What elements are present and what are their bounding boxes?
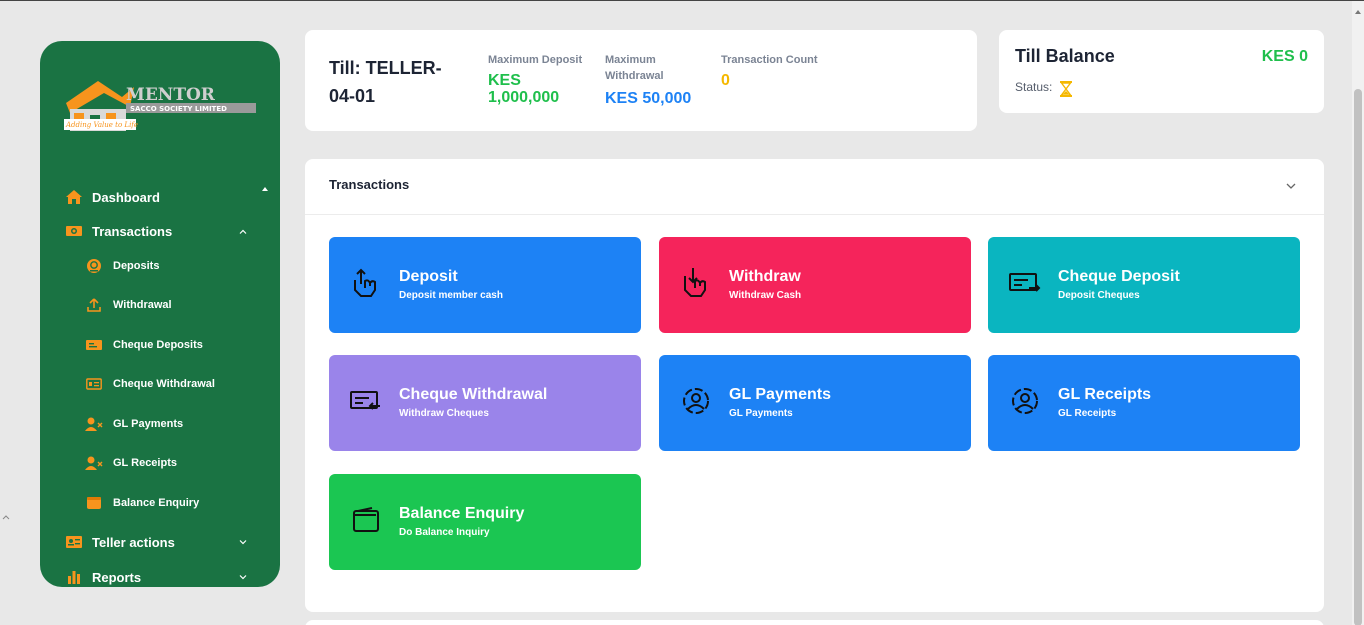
chevron-down-icon[interactable] [1284,179,1298,193]
sidebar-subitem-gl-receipts[interactable]: GL Receipts [40,449,280,477]
logo-tagline: Adding Value to Life [65,121,138,129]
caret-up-icon [2,508,10,520]
tile-title: GL Receipts [1058,386,1152,403]
scroll-up-icon[interactable] [1354,3,1362,14]
tile-subtitle: Withdraw Cash [729,290,802,301]
cheque-deposit-tile[interactable]: Cheque Deposit Deposit Cheques [988,237,1300,333]
cheque-dollar-icon [84,375,104,393]
gl-payments-tile[interactable]: GL Payments GL Payments [659,355,971,451]
user-circle-icon [679,383,713,419]
sidebar-item-label: Reports [92,569,142,585]
till-info-card: Till: TELLER-04-01 Maximum Deposit KES 1… [305,30,977,131]
caret-up-icon [260,184,270,194]
sidebar-subitem-withdrawal[interactable]: Withdrawal [40,291,280,319]
sidebar-subitem-cheque-withdrawal[interactable]: Cheque Withdrawal [40,370,280,398]
sidebar-subitem-label: GL Receipts [113,457,177,469]
sidebar-subitem-label: Cheque Deposits [113,339,203,351]
tile-subtitle: Do Balance Inquiry [399,527,490,538]
sidebar-item-label: Teller actions [92,534,175,550]
chevron-down-icon [238,537,248,547]
max-withdrawal-stat: Maximum Withdrawal KES 50,000 [605,52,705,107]
transactions-panel: Transactions Deposit Deposit member cash… [305,159,1324,612]
cheque-icon [84,336,104,354]
deposit-tile[interactable]: Deposit Deposit member cash [329,237,641,333]
cheque-in-icon [1008,265,1042,301]
txn-count-stat: Transaction Count 0 [721,52,851,89]
sidebar-subitem-label: GL Payments [113,418,184,430]
tile-title: GL Payments [729,386,831,403]
bar-chart-icon [64,568,84,586]
tile-title: Withdraw [729,268,801,285]
sidebar-subitem-label: Withdrawal [113,299,172,311]
tile-subtitle: GL Receipts [1058,408,1117,419]
sidebar-subitem-gl-payments[interactable]: GL Payments [40,410,280,438]
sidebar-item-dashboard[interactable]: Dashboard [40,182,280,212]
sidebar-subitem-label: Deposits [113,260,160,272]
sidebar-subitem-cheque-deposits[interactable]: Cheque Deposits [40,331,280,359]
max-deposit-value: KES 1,000,000 [488,72,560,106]
txn-count-value: 0 [721,72,730,89]
transactions-panel-title: Transactions [329,177,410,192]
max-deposit-label: Maximum Deposit [488,54,583,66]
sidebar-item-teller-actions[interactable]: Teller actions [40,527,280,557]
user-circle-icon [1008,383,1042,419]
tile-subtitle: Deposit member cash [399,290,503,301]
till-balance-value: KES 0 [1261,48,1308,65]
sidebar-subitem-label: Balance Enquiry [113,497,200,509]
sidebar-item-transactions[interactable]: Transactions [40,216,280,246]
upload-icon [84,296,104,314]
user-x-icon [84,415,104,433]
tile-title: Deposit [399,268,458,285]
sidebar-subitem-label: Cheque Withdrawal [113,378,215,390]
till-balance-card: Till Balance KES 0 Status: [999,30,1324,113]
tile-title: Cheque Withdrawal [399,386,548,403]
txn-count-label: Transaction Count [721,54,818,66]
chevron-up-icon [238,226,248,236]
status-label: Status: [1015,80,1053,94]
transactions-panel-header: Transactions [305,159,1324,215]
wallet-icon [84,494,104,512]
max-deposit-stat: Maximum Deposit KES 1,000,000 [488,52,588,106]
sidebar-item-label: Dashboard [92,189,160,205]
hand-up-icon [349,265,383,301]
logo-mark: MENTOR SACCO SOCIETY LIMITED Adding Valu… [64,81,256,131]
chevron-down-icon [238,572,248,582]
cheque-out-icon [349,383,383,419]
till-name: Till: TELLER-04-01 [329,58,442,106]
tile-subtitle: GL Payments [729,408,793,419]
balance-enquiry-tile[interactable]: Balance Enquiry Do Balance Inquiry [329,474,641,570]
id-card-icon [64,533,84,551]
sidebar-item-reports[interactable]: Reports [40,562,280,587]
sidebar: MENTOR SACCO SOCIETY LIMITED Adding Valu… [40,41,280,587]
user-x-icon [84,454,104,472]
scrollbar-thumb[interactable] [1354,89,1362,625]
tile-title: Cheque Deposit [1058,268,1180,285]
coin-icon [84,257,104,275]
hourglass-icon [1060,81,1072,97]
wallet-icon [349,502,383,538]
cheque-withdrawal-tile[interactable]: Cheque Withdrawal Withdraw Cheques [329,355,641,451]
tile-subtitle: Deposit Cheques [1058,290,1140,301]
hand-down-icon [679,265,713,301]
page-scrollbar[interactable] [1352,1,1364,625]
withdraw-tile[interactable]: Withdraw Withdraw Cash [659,237,971,333]
logo-sub: SACCO SOCIETY LIMITED [130,105,227,113]
sidebar-subitem-deposits[interactable]: Deposits [40,252,280,280]
till-balance-title: Till Balance [1015,46,1115,66]
sidebar-subitem-balance-enquiry[interactable]: Balance Enquiry [40,489,280,517]
max-withdrawal-label: Maximum Withdrawal [605,54,664,82]
tile-subtitle: Withdraw Cheques [399,408,489,419]
home-icon [64,188,84,206]
next-panel-edge [305,620,1324,625]
sidebar-item-label: Transactions [92,223,173,239]
logo: MENTOR SACCO SOCIETY LIMITED Adding Valu… [64,73,260,157]
logo-brand: MENTOR [126,85,216,105]
tile-title: Balance Enquiry [399,505,525,522]
gl-receipts-tile[interactable]: GL Receipts GL Receipts [988,355,1300,451]
cash-icon [64,222,84,240]
max-withdrawal-value: KES 50,000 [605,90,692,107]
